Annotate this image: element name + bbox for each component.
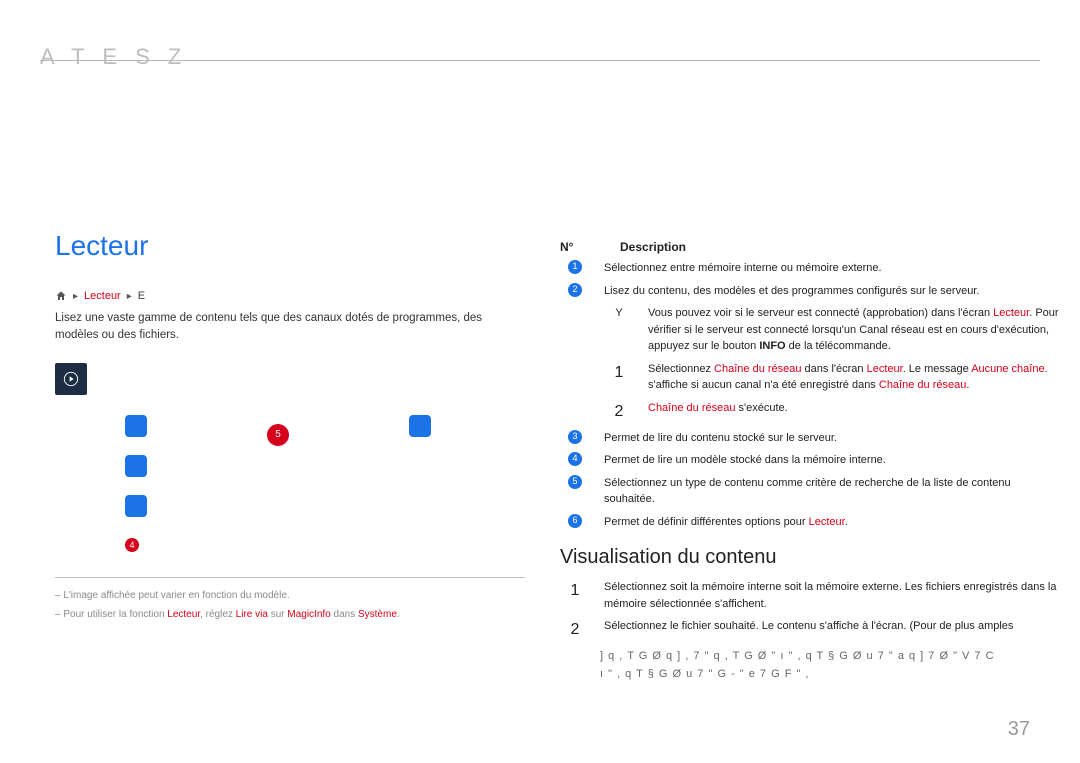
footnote-1: – L'image affichée peut varier en foncti… bbox=[55, 588, 525, 603]
callout-number-4: 4 bbox=[568, 452, 582, 466]
callout-marker-4: 4 bbox=[125, 538, 139, 552]
table-row: 1 Sélectionnez entre mémoire interne ou … bbox=[560, 260, 1060, 277]
home-icon bbox=[55, 290, 67, 302]
table-row: 3 Permet de lire du contenu stocké sur l… bbox=[560, 430, 1060, 447]
play-icon bbox=[63, 371, 79, 387]
divider bbox=[55, 577, 525, 578]
step-number: 2 bbox=[560, 618, 590, 642]
callout-marker-5: 5 bbox=[267, 424, 289, 446]
player-tile bbox=[55, 363, 87, 395]
garbled-line-1: ] q , T G Ø q ] , 7 " q , T G Ø " ı " , … bbox=[600, 648, 1060, 666]
footnote-2: – Pour utiliser la fonction Lecteur, rég… bbox=[55, 607, 525, 622]
callout-number-1: 1 bbox=[568, 260, 582, 274]
step-text: Sélectionnez soit la mémoire interne soi… bbox=[604, 579, 1060, 612]
top-divider bbox=[40, 60, 1040, 80]
garbled-line-2: ı " , q T § G Ø u 7 " G - " e 7 G F " , bbox=[600, 666, 1060, 684]
table-header: N° Description bbox=[560, 240, 1060, 254]
callout-number-6: 6 bbox=[568, 514, 582, 528]
row-text: Permet de lire du contenu stocké sur le … bbox=[604, 430, 1060, 447]
row-text: Lisez du contenu, des modèles et des pro… bbox=[604, 283, 1060, 300]
chevron-right-icon bbox=[73, 290, 78, 302]
step-number: 1 bbox=[560, 579, 590, 612]
viewing-step-2: 2 Sélectionnez le fichier souhaité. Le c… bbox=[560, 618, 1060, 642]
table-row: 4 Permet de lire un modèle stocké dans l… bbox=[560, 452, 1060, 469]
breadcrumb: Lecteur E bbox=[55, 290, 525, 302]
step-text: Sélectionnez le fichier souhaité. Le con… bbox=[604, 618, 1060, 642]
table-row: 6 Permet de définir différentes options … bbox=[560, 514, 1060, 531]
step-2: 2 Chaîne du réseau s'exécute. bbox=[560, 400, 1060, 424]
intro-paragraph: Lisez une vaste gamme de contenu tels qu… bbox=[55, 310, 525, 345]
row-text: Permet de définir différentes options po… bbox=[604, 514, 1060, 531]
step-1: 1 Sélectionnez Chaîne du réseau dans l'é… bbox=[560, 361, 1060, 394]
section-heading: Visualisation du contenu bbox=[560, 546, 1060, 569]
step-number: 1 bbox=[604, 361, 634, 394]
page-title: Lecteur bbox=[55, 230, 525, 262]
row-text: Sélectionnez entre mémoire interne ou mé… bbox=[604, 260, 1060, 277]
breadcrumb-current: Lecteur bbox=[84, 290, 121, 302]
th-description: Description bbox=[620, 240, 686, 254]
callout-number-5: 5 bbox=[568, 475, 582, 489]
breadcrumb-tail: E bbox=[138, 290, 145, 302]
right-column: N° Description 1 Sélectionnez entre mémo… bbox=[560, 240, 1060, 683]
step-number: 2 bbox=[604, 400, 634, 424]
thumbnail-placeholder bbox=[409, 415, 431, 437]
step-text: Sélectionnez Chaîne du réseau dans l'écr… bbox=[648, 361, 1060, 394]
thumbnail-placeholder bbox=[125, 495, 147, 517]
manual-page: A T E S Z Lecteur Lecteur E Lisez une va… bbox=[0, 0, 1080, 763]
table-row: 5 Sélectionnez un type de contenu comme … bbox=[560, 475, 1060, 508]
callout-number-2: 2 bbox=[568, 283, 582, 297]
left-column: Lecteur Lecteur E Lisez une vaste gamme … bbox=[55, 230, 525, 626]
viewing-step-1: 1 Sélectionnez soit la mémoire interne s… bbox=[560, 579, 1060, 612]
thumbnail-placeholder bbox=[125, 455, 147, 477]
th-number: N° bbox=[560, 240, 590, 254]
step-text: Chaîne du réseau s'exécute. bbox=[648, 400, 1060, 424]
thumbnail-placeholder bbox=[125, 415, 147, 437]
row-text: Vous pouvez voir si le serveur est conne… bbox=[648, 305, 1060, 355]
chevron-right-icon bbox=[127, 290, 132, 302]
callout-number-3: 3 bbox=[568, 430, 582, 444]
row-text: Permet de lire un modèle stocké dans la … bbox=[604, 452, 1060, 469]
table-row: 2 Lisez du contenu, des modèles et des p… bbox=[560, 283, 1060, 300]
table-subrow: Y Vous pouvez voir si le serveur est con… bbox=[560, 305, 1060, 355]
row-text: Sélectionnez un type de contenu comme cr… bbox=[604, 475, 1060, 508]
page-number: 37 bbox=[1008, 718, 1030, 741]
sub-marker: Y bbox=[604, 305, 634, 355]
